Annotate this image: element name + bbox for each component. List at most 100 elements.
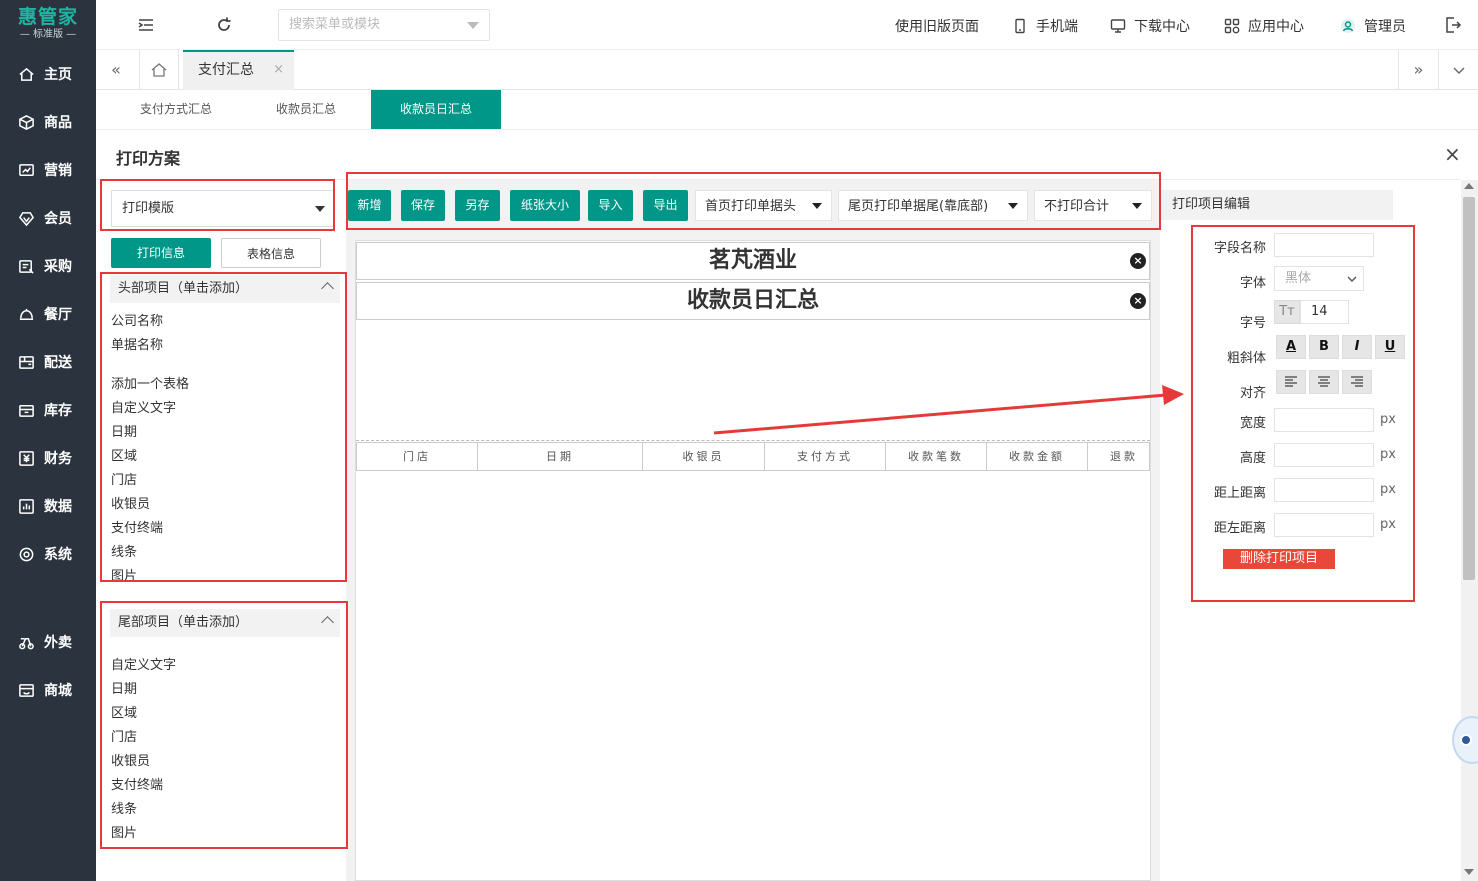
align-right-button[interactable] (1342, 370, 1372, 394)
old-version-link[interactable]: 使用旧版页面 (895, 16, 979, 36)
nav-label: 采购 (44, 259, 72, 275)
print-info-button[interactable]: 打印信息 (111, 238, 211, 268)
nav-item-inventory[interactable]: 库存 (0, 392, 96, 428)
scroll-down-icon[interactable] (1464, 869, 1474, 875)
align-center-button[interactable] (1309, 370, 1339, 394)
tab-cashier-summary[interactable]: 收款员汇总 (246, 90, 366, 129)
nav-item-finance[interactable]: 财务 (0, 440, 96, 476)
footer-item[interactable]: 门店 (111, 726, 137, 745)
header-item[interactable]: 日期 (111, 421, 137, 440)
scroll-up-icon[interactable] (1464, 183, 1474, 189)
save-button[interactable]: 保存 (401, 190, 445, 221)
refresh-icon[interactable] (214, 15, 234, 35)
assistant-bubble-icon[interactable] (1452, 716, 1478, 764)
tab-menu-icon[interactable] (1438, 50, 1478, 89)
nav-item-data[interactable]: 数据 (0, 488, 96, 524)
paper-size-button[interactable]: 纸张大小 (510, 190, 580, 221)
header-items-section[interactable]: 头部项目（单击添加） (110, 275, 340, 303)
new-button[interactable]: 新增 (348, 190, 391, 221)
logo-text: 惠管家 (17, 6, 78, 28)
total-print-select[interactable]: 不打印合计 (1034, 190, 1152, 221)
last-page-footer-select[interactable]: 尾页打印单据尾(靠底部) (838, 190, 1028, 221)
table-header-cell[interactable]: 门店 (356, 442, 478, 471)
scrollbar-thumb[interactable] (1463, 197, 1475, 580)
header-item[interactable]: 收银员 (111, 493, 150, 512)
nav-item-home[interactable]: 主页 (0, 56, 96, 92)
table-header-cell[interactable]: 支付方式 (765, 442, 886, 471)
nav-item-purchase[interactable]: 采购 (0, 248, 96, 284)
tab-payment-summary[interactable]: 支付汇总 × (183, 50, 294, 90)
tab-scroll-right-icon[interactable]: » (1398, 50, 1438, 89)
save-as-button[interactable]: 另存 (455, 190, 500, 221)
nav-item-marketing[interactable]: 营销 (0, 152, 96, 188)
table-header-cell[interactable]: 退款笔 (1088, 442, 1150, 471)
mobile-link[interactable]: 手机端 (1012, 16, 1078, 36)
close-tab-icon[interactable]: × (273, 52, 284, 88)
document-title-print-item[interactable]: 收款员日汇总 × (356, 282, 1150, 320)
user-menu[interactable]: 管理员 (1340, 16, 1406, 36)
footer-item[interactable]: 区域 (111, 702, 137, 721)
app-center-link[interactable]: 应用中心 (1224, 16, 1304, 36)
tab-scroll-left-icon[interactable]: « (96, 50, 136, 89)
nav-item-goods[interactable]: 商品 (0, 104, 96, 140)
company-name-print-item[interactable]: 茗芃酒业 × (356, 242, 1150, 280)
bold-button[interactable]: B (1309, 335, 1339, 359)
footer-item[interactable]: 日期 (111, 678, 137, 697)
header-item[interactable]: 单据名称 (111, 334, 163, 353)
footer-item[interactable]: 图片 (111, 822, 137, 841)
header-item[interactable]: 线条 (111, 541, 137, 560)
table-header-cell[interactable]: 日期 (478, 442, 643, 471)
tab-cashier-daily-summary[interactable]: 收款员日汇总 (371, 90, 501, 129)
logo[interactable]: 惠管家 — 标准版 — (0, 0, 96, 50)
italic-button[interactable]: I (1342, 335, 1372, 359)
nav-item-store[interactable]: 商城 (0, 672, 96, 708)
template-select[interactable]: 打印模版 (111, 190, 334, 227)
delete-print-item-button[interactable]: 删除打印项目 (1223, 549, 1335, 569)
nav-item-system[interactable]: 系统 (0, 536, 96, 572)
table-header-cell[interactable]: 收银员 (643, 442, 765, 471)
font-select[interactable]: 黑体 (1274, 266, 1364, 291)
nav-item-member[interactable]: 会员 (0, 200, 96, 236)
table-info-button[interactable]: 表格信息 (221, 238, 321, 268)
nav-item-delivery[interactable]: 配送 (0, 344, 96, 380)
footer-item[interactable]: 支付终端 (111, 774, 163, 793)
table-header-cell[interactable]: 收款金额 (987, 442, 1088, 471)
height-input[interactable] (1274, 443, 1374, 467)
import-button[interactable]: 导入 (588, 190, 633, 221)
top-offset-input[interactable] (1274, 478, 1374, 502)
width-input[interactable] (1274, 408, 1374, 432)
header-item[interactable]: 添加一个表格 (111, 373, 189, 392)
logout-icon[interactable] (1443, 15, 1463, 35)
header-item[interactable]: 公司名称 (111, 310, 163, 329)
home-tab-icon[interactable] (139, 50, 179, 89)
header-item[interactable]: 自定义文字 (111, 397, 176, 416)
align-left-button[interactable] (1276, 370, 1306, 394)
nav-item-takeout[interactable]: 外卖 (0, 624, 96, 660)
footer-item[interactable]: 线条 (111, 798, 137, 817)
header-item[interactable]: 支付终端 (111, 517, 163, 536)
field-name-input[interactable] (1274, 233, 1374, 257)
footer-item[interactable]: 收银员 (111, 750, 150, 769)
table-header-cell[interactable]: 收款笔数 (886, 442, 987, 471)
dialog-close-icon[interactable]: × (1444, 142, 1461, 166)
first-page-header-select[interactable]: 首页打印单据头 (695, 190, 832, 221)
unit-label: px (1380, 412, 1396, 427)
nav-item-restaurant[interactable]: 餐厅 (0, 296, 96, 332)
footer-item[interactable]: 自定义文字 (111, 654, 176, 673)
header-item[interactable]: 区域 (111, 445, 137, 464)
export-button[interactable]: 导出 (643, 190, 688, 221)
left-offset-input[interactable] (1274, 513, 1374, 537)
remove-item-icon[interactable]: × (1130, 253, 1146, 269)
menu-fold-icon[interactable] (136, 15, 156, 35)
font-size-input[interactable]: 14 (1300, 300, 1349, 324)
download-center-link[interactable]: 下载中心 (1110, 16, 1190, 36)
underline-button[interactable]: U (1375, 335, 1405, 359)
header-item[interactable]: 图片 (111, 565, 137, 584)
footer-items-section[interactable]: 尾部项目（单击添加） (110, 609, 340, 637)
text-color-button[interactable]: A (1276, 335, 1306, 359)
header-item[interactable]: 门店 (111, 469, 137, 488)
tab-payment-method-summary[interactable]: 支付方式汇总 (116, 90, 236, 129)
search-input[interactable]: 搜索菜单或模块 (278, 9, 490, 41)
nav-label: 商城 (44, 683, 72, 699)
remove-item-icon[interactable]: × (1130, 293, 1146, 309)
